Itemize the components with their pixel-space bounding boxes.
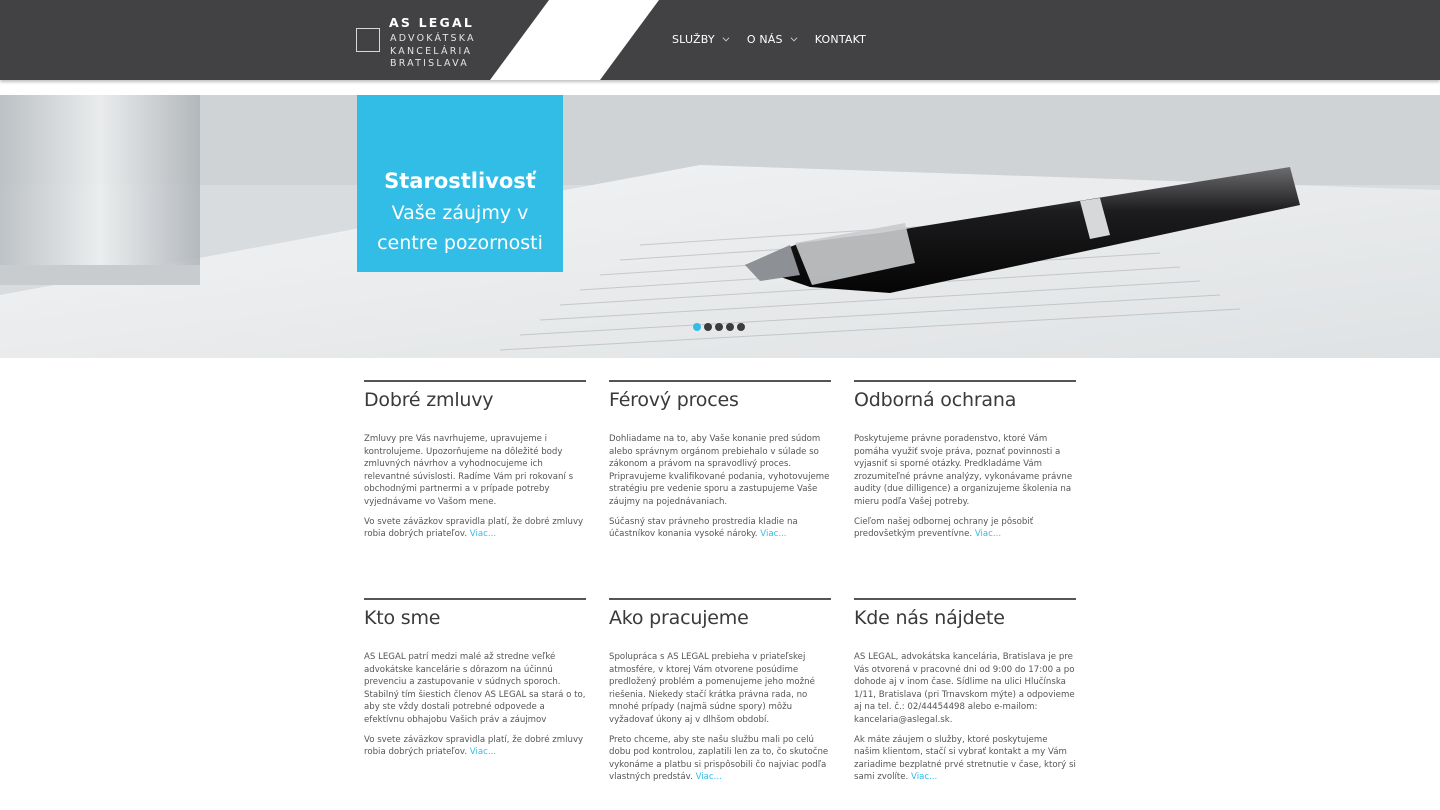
hero-slider <box>0 95 1440 358</box>
feature-text: Vo svete záväzkov spravidla platí, že do… <box>364 734 584 758</box>
feature-block-kto-sme: Kto sme AS LEGAL patrí medzi malé až str… <box>364 598 586 759</box>
feature-text: Spolupráca s AS LEGAL prebieha v priateľ… <box>609 652 815 725</box>
slider-dot[interactable] <box>704 323 712 331</box>
feature-title: Odborná ochrana <box>854 389 1017 411</box>
hero-title: Starostlivosť <box>384 169 536 193</box>
nav-item-label: KONTAKT <box>814 32 867 46</box>
divider <box>609 380 831 382</box>
divider <box>364 598 586 600</box>
feature-text: Ak máte záujem o služby, ktoré poskytuje… <box>854 734 1076 783</box>
divider <box>854 598 1076 600</box>
feature-text: AS LEGAL patrí medzi malé až stredne veľ… <box>364 652 586 725</box>
slider-dot[interactable] <box>715 323 723 331</box>
slider-dot[interactable] <box>737 323 745 331</box>
divider <box>854 380 1076 382</box>
slider-dot[interactable] <box>693 323 701 331</box>
feature-title: Ako pracujeme <box>609 607 749 629</box>
more-link[interactable]: Viac... <box>696 772 722 782</box>
hero-subtitle-line-2: centre pozornosti <box>377 232 543 254</box>
feature-text: Cieľom našej odbornej ochrany je pôsobiť… <box>854 516 1034 540</box>
feature-block-ferovy-proces: Férový proces Dohliadame na to, aby Vaše… <box>609 380 831 541</box>
slider-pagination <box>693 323 748 331</box>
more-link[interactable]: Viac... <box>975 529 1001 539</box>
slider-dot[interactable] <box>726 323 734 331</box>
hero-pen-image <box>0 95 1440 358</box>
divider <box>364 380 586 382</box>
feature-text: Dohliadame na to, aby Vaše konanie pred … <box>609 434 830 507</box>
nav-item-label: O NÁS <box>746 32 783 46</box>
more-link[interactable]: Viac... <box>760 529 786 539</box>
feature-text: Súčasný stav právneho prostredia kladie … <box>609 516 798 540</box>
feature-title: Kde nás nájdete <box>854 607 1005 629</box>
feature-block-kde-nas-najdete: Kde nás nájdete AS LEGAL, advokátska kan… <box>854 598 1076 784</box>
feature-block-ako-pracujeme: Ako pracujeme Spolupráca s AS LEGAL preb… <box>609 598 831 784</box>
more-link[interactable]: Viac... <box>470 529 496 539</box>
more-link[interactable]: Viac... <box>911 772 937 782</box>
hero-caption: Starostlivosť Vaše záujmy v centre pozor… <box>357 95 563 272</box>
more-link[interactable]: Viac... <box>470 747 496 757</box>
feature-block-odborna-ochrana: Odborná ochrana Poskytujeme právne porad… <box>854 380 1076 541</box>
divider <box>609 598 831 600</box>
feature-text: Zmluvy pre Vás navrhujeme, upravujeme i … <box>364 434 574 507</box>
feature-block-dobre-zmluvy: Dobré zmluvy Zmluvy pre Vás navrhujeme, … <box>364 380 586 541</box>
nav-item-label: SLUŽBY <box>672 32 715 46</box>
feature-title: Férový proces <box>609 389 739 411</box>
site-header: AS LEGAL ADVOKÁTSKA KANCELÁRIA BRATISLAV… <box>0 0 1440 80</box>
hero-subtitle-line-1: Vaše záujmy v <box>391 202 529 224</box>
chevron-down-icon <box>722 34 730 42</box>
main-nav: SLUŽBY O NÁS KONTAKT <box>672 31 884 47</box>
nav-item-o-nas[interactable]: O NÁS <box>746 32 798 46</box>
feature-text: Vo svete záväzkov spravidla platí, že do… <box>364 516 584 540</box>
feature-text: AS LEGAL, advokátska kancelária, Bratisl… <box>854 652 1075 725</box>
feature-title: Kto sme <box>364 607 441 629</box>
feature-text: Poskytujeme právne poradenstvo, ktoré Vá… <box>854 434 1073 507</box>
chevron-down-icon <box>790 34 798 42</box>
feature-title: Dobré zmluvy <box>364 389 494 411</box>
nav-item-sluzby[interactable]: SLUŽBY <box>672 32 730 46</box>
feature-text: Preto chceme, aby ste našu službu mali p… <box>609 734 829 783</box>
nav-item-kontakt[interactable]: KONTAKT <box>815 33 866 46</box>
